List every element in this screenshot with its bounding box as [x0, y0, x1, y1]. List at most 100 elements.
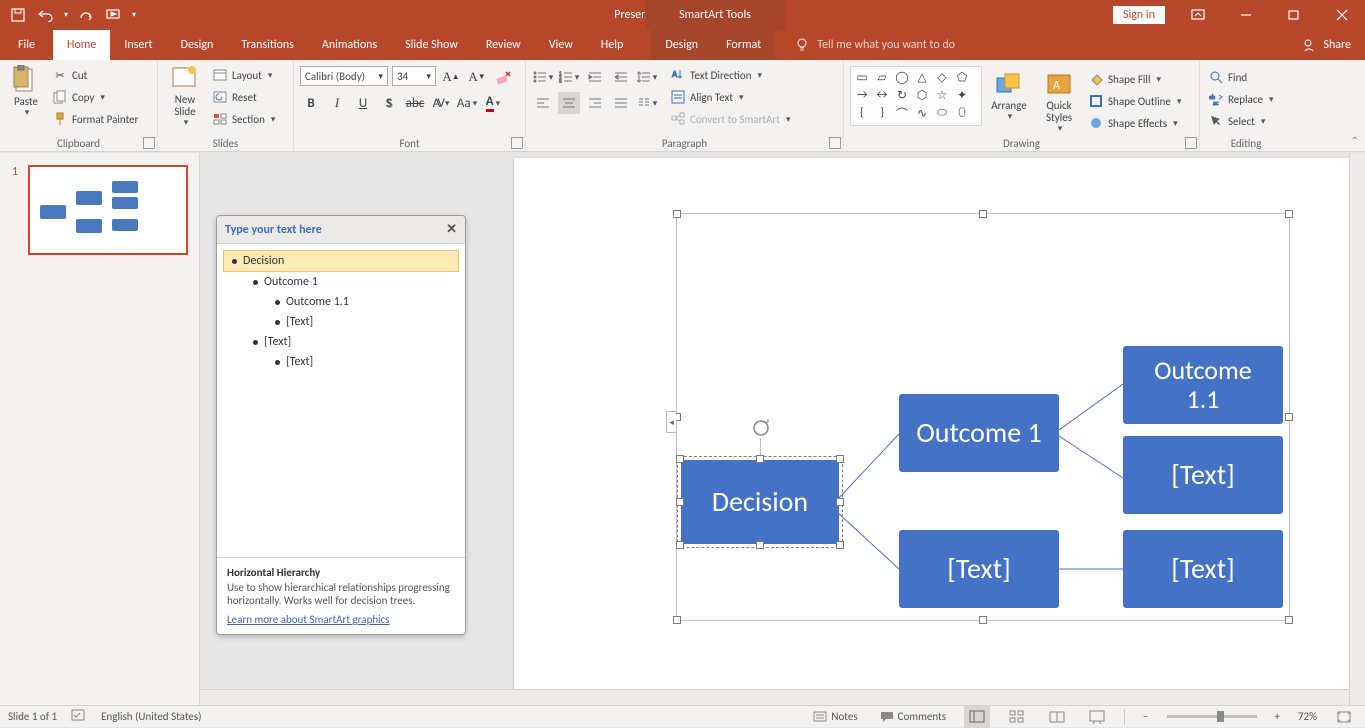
slideshow-view-icon[interactable]: [1084, 706, 1110, 728]
tab-transitions[interactable]: Transitions: [227, 30, 308, 60]
vertical-scrollbar[interactable]: [1349, 153, 1365, 705]
tab-animations[interactable]: Animations: [308, 30, 391, 60]
decrease-indent-icon[interactable]: [584, 66, 606, 88]
zoom-out-icon[interactable]: −: [1139, 706, 1152, 728]
shadow-icon[interactable]: S: [378, 92, 400, 114]
font-color-icon[interactable]: A▾: [482, 92, 504, 114]
increase-font-icon[interactable]: A▲: [440, 66, 462, 88]
align-left-icon[interactable]: [532, 92, 554, 114]
layout-button[interactable]: Layout▾: [210, 64, 277, 86]
cut-button[interactable]: ✂Cut: [50, 64, 140, 86]
zoom-level[interactable]: 72%: [1298, 710, 1317, 723]
tab-view[interactable]: View: [535, 30, 587, 60]
format-painter-button[interactable]: Format Painter: [50, 108, 140, 130]
drawing-launcher-icon[interactable]: [1185, 137, 1197, 149]
text-pane-close-icon[interactable]: ✕: [446, 222, 457, 237]
comments-button[interactable]: Comments: [876, 706, 950, 728]
bullets-icon[interactable]: ▾: [532, 66, 554, 88]
smartart-node-l2a[interactable]: Outcome 1.1: [1123, 346, 1283, 424]
text-pane-list[interactable]: DecisionOutcome 1Outcome 1.1[Text][Text]…: [217, 244, 465, 557]
font-name-combo[interactable]: Calibri (Body)▾: [300, 66, 388, 86]
language-status[interactable]: English (United States): [101, 710, 201, 723]
tell-me-search[interactable]: Tell me what you want to do: [795, 30, 955, 60]
horizontal-scrollbar[interactable]: [200, 689, 1349, 705]
clear-formatting-icon[interactable]: [492, 66, 514, 88]
collapse-ribbon-icon[interactable]: ⌃: [1351, 134, 1359, 147]
tab-home[interactable]: Home: [53, 30, 110, 60]
character-spacing-icon[interactable]: AV▾: [430, 92, 452, 114]
spellcheck-icon[interactable]: [71, 708, 87, 725]
strikethrough-icon[interactable]: abc: [404, 92, 426, 114]
change-case-icon[interactable]: Aa▾: [456, 92, 478, 114]
save-icon[interactable]: [6, 3, 30, 27]
shape-outline-button[interactable]: Shape Outline▾: [1086, 90, 1183, 112]
text-pane-item[interactable]: Outcome 1.1: [223, 292, 459, 312]
text-pane-item[interactable]: [Text]: [223, 352, 459, 372]
undo-dropdown-icon[interactable]: ▾: [62, 10, 70, 20]
section-button[interactable]: Section▾: [210, 108, 277, 130]
arrange-button[interactable]: Arrange▾: [986, 66, 1032, 124]
shape-fill-button[interactable]: Shape Fill▾: [1086, 68, 1183, 90]
tab-design[interactable]: Design: [167, 30, 228, 60]
ribbon-display-options-icon[interactable]: [1175, 0, 1221, 30]
rotation-handle-icon[interactable]: [751, 418, 771, 438]
tab-slideshow[interactable]: Slide Show: [391, 30, 472, 60]
text-pane-item[interactable]: Decision: [223, 250, 459, 272]
tab-insert[interactable]: Insert: [110, 30, 166, 60]
zoom-slider[interactable]: [1167, 715, 1257, 718]
align-right-icon[interactable]: [584, 92, 606, 114]
tab-help[interactable]: Help: [587, 30, 638, 60]
text-pane-item[interactable]: [Text]: [223, 332, 459, 352]
paragraph-launcher-icon[interactable]: [829, 137, 841, 149]
tab-smartart-format[interactable]: Format: [712, 30, 775, 60]
text-pane-toggle-icon[interactable]: ◂: [666, 411, 676, 433]
learn-more-link[interactable]: Learn more about SmartArt graphics: [227, 613, 390, 626]
undo-icon[interactable]: [34, 3, 58, 27]
fit-to-window-icon[interactable]: [1331, 706, 1357, 728]
clipboard-launcher-icon[interactable]: [143, 137, 155, 149]
zoom-in-icon[interactable]: +: [1271, 706, 1284, 728]
qat-customize-icon[interactable]: ▾: [130, 10, 138, 20]
quick-styles-button[interactable]: A Quick Styles▾: [1036, 66, 1082, 136]
underline-icon[interactable]: U: [352, 92, 374, 114]
start-from-beginning-icon[interactable]: [102, 3, 126, 27]
select-button[interactable]: Select▾: [1206, 110, 1286, 132]
slide-sorter-view-icon[interactable]: [1004, 706, 1030, 728]
increase-indent-icon[interactable]: [610, 66, 632, 88]
italic-icon[interactable]: I: [326, 92, 348, 114]
share-button[interactable]: Share: [1303, 30, 1365, 60]
smartart-node-l1b[interactable]: [Text]: [899, 530, 1059, 608]
smartart-node-root[interactable]: Decision: [681, 460, 839, 544]
maximize-icon[interactable]: [1271, 0, 1317, 30]
tab-review[interactable]: Review: [472, 30, 535, 60]
text-pane-item[interactable]: [Text]: [223, 312, 459, 332]
copy-button[interactable]: Copy▾: [50, 86, 140, 108]
font-launcher-icon[interactable]: [511, 137, 523, 149]
tab-smartart-design[interactable]: Design: [651, 30, 712, 60]
normal-view-icon[interactable]: [964, 706, 990, 728]
reading-view-icon[interactable]: [1044, 706, 1070, 728]
smartart-node-l2b[interactable]: [Text]: [1123, 436, 1283, 514]
justify-icon[interactable]: [610, 92, 632, 114]
tab-file[interactable]: File: [0, 30, 53, 60]
smartart-node-l1a[interactable]: Outcome 1: [899, 394, 1059, 472]
line-spacing-icon[interactable]: ▾: [636, 66, 658, 88]
numbering-icon[interactable]: 123▾: [558, 66, 580, 88]
smartart-selection-frame[interactable]: Decision Outcome 1 [Text] Outcome 1.1 [T…: [676, 213, 1290, 621]
font-size-combo[interactable]: 34▾: [392, 66, 436, 86]
align-text-button[interactable]: Align Text▾: [668, 86, 793, 108]
text-direction-button[interactable]: AText Direction▾: [668, 64, 793, 86]
find-button[interactable]: Find: [1206, 66, 1286, 88]
slide-thumbnail-1[interactable]: [28, 165, 188, 255]
shapes-gallery[interactable]: ▭▱◯△◇⬠ →↔↻⬡☆✦ {}⌒∿⬭⬯: [850, 66, 982, 126]
new-slide-button[interactable]: New Slide▾: [164, 62, 206, 130]
bold-icon[interactable]: B: [300, 92, 322, 114]
close-icon[interactable]: [1319, 0, 1365, 30]
align-center-icon[interactable]: [558, 92, 580, 114]
smartart-node-l2c[interactable]: [Text]: [1123, 530, 1283, 608]
shape-effects-button[interactable]: Shape Effects▾: [1086, 112, 1183, 134]
reset-button[interactable]: Reset: [210, 86, 277, 108]
minimize-icon[interactable]: [1223, 0, 1269, 30]
slide-counter[interactable]: Slide 1 of 1: [8, 710, 57, 723]
redo-icon[interactable]: [74, 3, 98, 27]
